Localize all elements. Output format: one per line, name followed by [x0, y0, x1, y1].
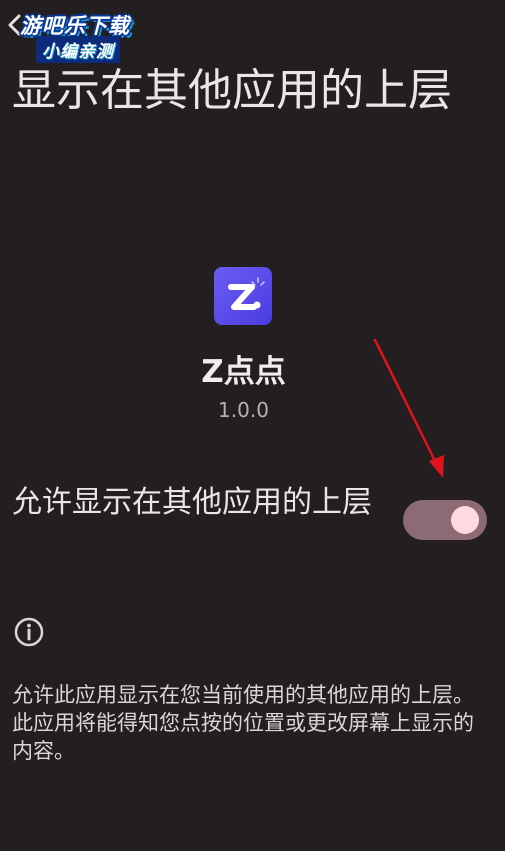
overlay-permission-row[interactable]: 允许显示在其他应用的上层 [0, 478, 505, 568]
toggle-thumb [451, 506, 479, 534]
overlay-permission-label: 允许显示在其他应用的上层 [12, 485, 372, 520]
watermark: 游吧乐下载 小编亲测 [12, 8, 152, 64]
overlay-permission-toggle[interactable] [403, 500, 487, 540]
z-app-icon [214, 267, 272, 325]
info-icon [13, 616, 45, 648]
permission-description: 允许此应用显示在您当前使用的其他应用的上层。此应用将能得知您点按的位置或更改屏幕… [12, 683, 474, 763]
watermark-subtitle: 小编亲测 [36, 36, 120, 63]
annotation-arrow [360, 335, 460, 485]
page-title: 显示在其他应用的上层 [12, 65, 452, 116]
